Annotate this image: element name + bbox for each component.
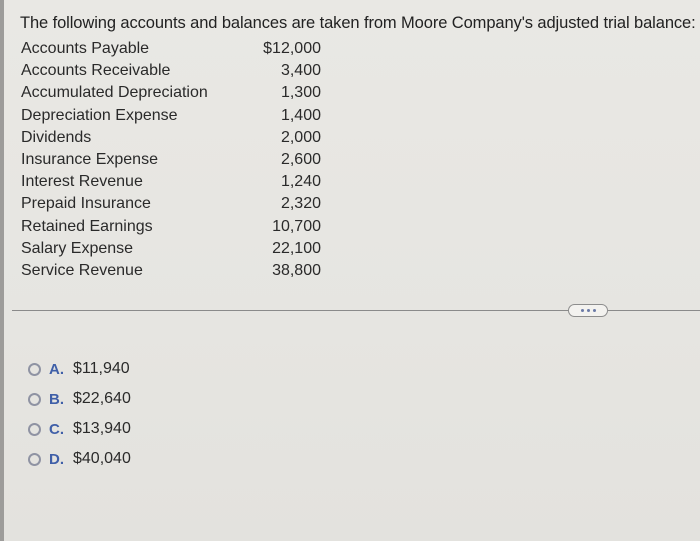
radio-button[interactable] (28, 392, 41, 406)
account-row: Interest Revenue 1,240 (21, 171, 321, 193)
radio-button[interactable] (28, 362, 41, 376)
option-letter: C. (49, 420, 64, 438)
account-amount: 2,320 (280, 195, 321, 213)
account-amount: 10,700 (272, 217, 321, 235)
account-name: Salary Expense (21, 239, 134, 257)
account-row: Accumulated Depreciation 1,300 (21, 82, 321, 104)
account-row: Accounts Payable $12,000 (21, 38, 321, 60)
account-row: Prepaid Insurance 2,320 (21, 193, 321, 215)
account-name: Depreciation Expense (21, 106, 178, 124)
expand-more-button[interactable] (568, 304, 608, 317)
section-divider-right (608, 310, 700, 311)
answer-option-a[interactable]: A. $11,940 (28, 354, 131, 384)
account-row: Salary Expense 22,100 (21, 238, 321, 260)
answer-option-c[interactable]: C. $13,940 (28, 414, 131, 444)
option-value: $11,940 (73, 360, 130, 377)
account-row: Accounts Receivable 3,400 (21, 60, 321, 82)
option-letter: D. (49, 450, 64, 468)
account-amount: 2,600 (280, 150, 321, 168)
account-amount: $12,000 (263, 40, 321, 57)
accounts-list: Accounts Payable $12,000 Accounts Receiv… (21, 38, 321, 282)
account-name: Service Revenue (21, 261, 143, 279)
answer-option-d[interactable]: D. $40,040 (28, 444, 131, 474)
ellipsis-icon (580, 309, 584, 312)
account-row: Depreciation Expense 1,400 (21, 105, 321, 127)
answer-option-b[interactable]: B. $22,640 (28, 384, 131, 414)
answer-options: A. $11,940 B. $22,640 C. $13,940 D. $40,… (28, 354, 131, 474)
account-amount: 3,400 (280, 62, 321, 80)
ellipsis-icon (586, 309, 590, 312)
option-value: $40,040 (73, 450, 131, 467)
option-letter: A. (49, 360, 64, 378)
account-name: Insurance Expense (21, 150, 158, 168)
radio-button[interactable] (28, 452, 41, 466)
account-row: Service Revenue 38,800 (21, 260, 321, 282)
account-name: Accumulated Depreciation (21, 84, 208, 102)
radio-button[interactable] (28, 422, 41, 436)
account-row: Insurance Expense 2,600 (21, 149, 321, 171)
section-divider (12, 310, 572, 311)
account-row: Dividends 2,000 (21, 127, 321, 149)
ellipsis-icon (592, 309, 596, 312)
account-name: Interest Revenue (21, 173, 143, 191)
option-letter: B. (49, 390, 64, 408)
question-text: The following accounts and balances are … (20, 14, 696, 32)
account-amount: 38,800 (272, 261, 321, 279)
account-name: Accounts Payable (21, 40, 150, 57)
left-panel-edge (0, 0, 4, 541)
account-amount: 1,300 (280, 84, 321, 102)
account-amount: 1,400 (280, 106, 321, 124)
account-name: Dividends (21, 128, 92, 146)
account-row: Retained Earnings 10,700 (21, 216, 321, 238)
option-value: $13,940 (73, 420, 131, 437)
account-name: Prepaid Insurance (21, 195, 151, 213)
option-value: $22,640 (73, 390, 131, 407)
account-name: Accounts Receivable (21, 62, 171, 80)
account-name: Retained Earnings (21, 217, 153, 235)
account-amount: 22,100 (272, 239, 321, 257)
account-amount: 1,240 (280, 173, 321, 191)
account-amount: 2,000 (280, 128, 321, 146)
